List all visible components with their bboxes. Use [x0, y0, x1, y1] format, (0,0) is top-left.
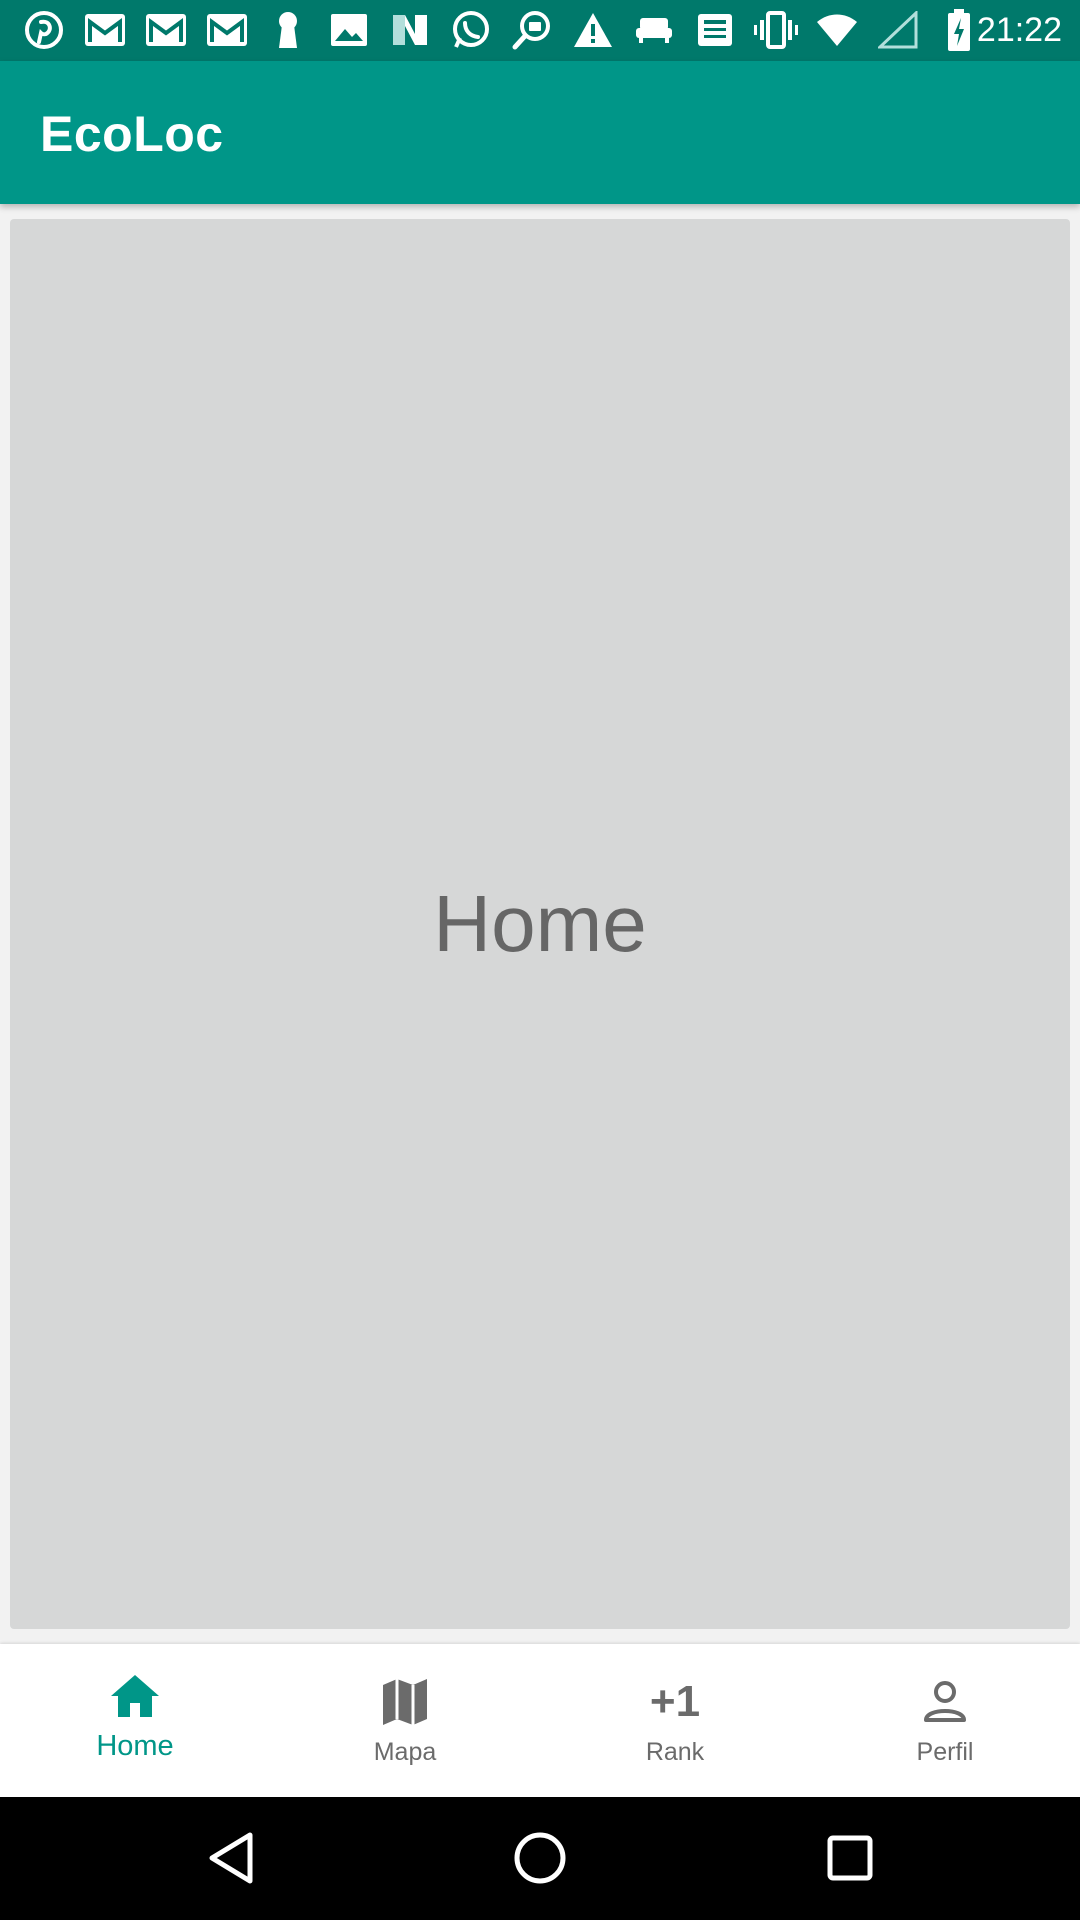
nav-item-rank[interactable]: +1 Rank: [540, 1644, 810, 1797]
whatsapp-icon: [447, 6, 495, 54]
nav-label-perfil: Perfil: [916, 1738, 974, 1766]
clock: 21:22: [976, 10, 1062, 49]
notification-icons: [20, 6, 983, 54]
home-circle-icon[interactable]: [505, 1823, 575, 1893]
status-bar: 21:22: [0, 0, 1080, 61]
wifi-icon: [813, 6, 861, 54]
person-icon: [915, 1672, 975, 1732]
nav-label-home: Home: [96, 1730, 174, 1762]
nav-item-home[interactable]: Home: [0, 1644, 270, 1797]
nav-label-mapa: Mapa: [373, 1738, 437, 1766]
gmail-icon: [81, 6, 129, 54]
pinterest-icon: [20, 6, 68, 54]
recents-icon[interactable]: [815, 1823, 885, 1893]
status-right: 21:22: [971, 6, 1062, 54]
plus-one-glyph: +1: [649, 1677, 701, 1726]
gmail-icon: [203, 6, 251, 54]
nav-label-rank: Rank: [645, 1738, 705, 1766]
sofa-icon: [630, 6, 678, 54]
map-icon: [375, 1672, 435, 1732]
plus-one-icon: +1: [645, 1672, 705, 1732]
nav-item-mapa[interactable]: Mapa: [270, 1644, 540, 1797]
content-label: Home: [433, 879, 647, 968]
keyhole-icon: [264, 6, 312, 54]
app-bar: EcoLoc: [0, 61, 1080, 204]
home-icon: [105, 1666, 165, 1726]
signal-icon: [874, 6, 922, 54]
news-icon: [386, 6, 434, 54]
nav-item-perfil[interactable]: Perfil: [810, 1644, 1080, 1797]
back-icon[interactable]: [196, 1823, 266, 1893]
bottom-navigation: Home Mapa +1 Rank Perfil: [0, 1644, 1080, 1797]
search-chat-icon: [508, 6, 556, 54]
gmail-icon: [142, 6, 190, 54]
newspaper-icon: [691, 6, 739, 54]
home-content: Home: [10, 219, 1070, 1629]
screen: 21:22 EcoLoc Home Home Mapa +1 Rank Perf…: [0, 0, 1080, 1920]
vibrate-icon: [752, 6, 800, 54]
system-navigation-bar: [0, 1797, 1080, 1920]
app-title: EcoLoc: [40, 106, 224, 162]
warning-icon: [569, 6, 617, 54]
image-icon: [325, 6, 373, 54]
